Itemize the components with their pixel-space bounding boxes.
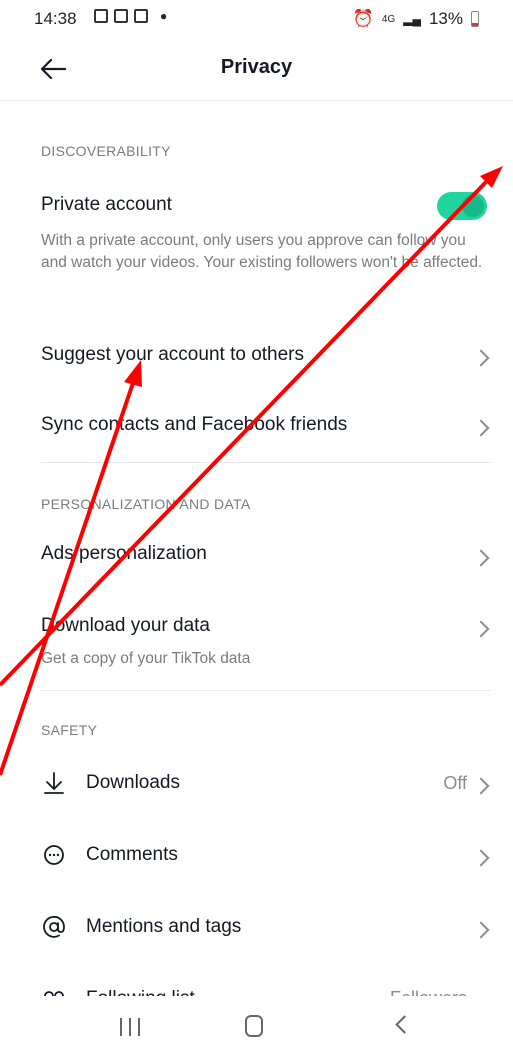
back-icon[interactable] [395, 1015, 414, 1034]
status-bar: 14:38 ● ⏰ 4G ▂▄ 13% [0, 0, 513, 40]
status-time: 14:38 [34, 9, 77, 28]
people-icon [44, 991, 64, 996]
image-notification-icon [94, 9, 108, 23]
downloads-row[interactable]: Downloads [86, 772, 180, 794]
annotation-arrow-line-suggest [0, 382, 135, 776]
battery-percent: 13% [428, 9, 463, 28]
system-nav-bar [0, 996, 513, 1041]
chevron-right-icon [472, 849, 490, 867]
alarm-icon: ⏰ [352, 9, 374, 28]
private-account-label: Private account [41, 194, 172, 215]
divider [41, 690, 491, 691]
section-label-personalization: PERSONALIZATION AND DATA [41, 496, 251, 512]
chevron-right-icon [472, 921, 490, 939]
divider [41, 462, 491, 463]
app-notification-icon [134, 9, 148, 23]
page-title: Privacy [220, 56, 293, 78]
network-label: 4G [381, 13, 396, 25]
suggest-account-row[interactable]: Suggest your account to others [41, 344, 304, 366]
status-right: ⏰ 4G ▂▄ 13% [353, 9, 479, 29]
mentions-row[interactable]: Mentions and tags [86, 916, 241, 938]
chevron-right-icon [472, 349, 490, 367]
annotation-arrowhead-toggle [480, 166, 503, 188]
section-label-safety: SAFETY [41, 722, 98, 738]
home-icon[interactable] [245, 1015, 263, 1037]
mail-notification-icon [114, 9, 128, 23]
header: Privacy [0, 40, 513, 101]
chevron-right-icon [472, 549, 490, 567]
download-data-description: Get a copy of your TikTok data [41, 650, 251, 667]
mention-icon [43, 915, 65, 938]
chevron-right-icon [472, 620, 490, 638]
battery-icon [471, 11, 479, 27]
following-list-row-clip: Following list Followers [0, 984, 513, 996]
toggle-knob [462, 195, 484, 217]
private-account-description: With a private account, only users you a… [41, 232, 483, 271]
downloads-value: Off [443, 773, 467, 793]
chevron-right-icon [472, 419, 490, 437]
signal-icon: ▂▄ [403, 12, 421, 26]
recents-icon[interactable] [120, 1018, 140, 1036]
notification-icons: ● [94, 9, 167, 23]
comment-icon [44, 845, 64, 865]
section-label-discoverability: DISCOVERABILITY [41, 143, 171, 159]
private-account-toggle[interactable] [437, 192, 487, 220]
ads-personalization-row[interactable]: Ads personalization [41, 543, 207, 565]
chevron-right-icon [472, 777, 490, 795]
download-icon [44, 772, 64, 794]
following-list-row[interactable]: Following list [86, 988, 195, 996]
following-list-value: Followers [390, 988, 467, 996]
sync-contacts-row[interactable]: Sync contacts and Facebook friends [41, 414, 347, 436]
comments-row[interactable]: Comments [86, 844, 178, 866]
more-notifications-icon: ● [160, 9, 168, 23]
download-data-row[interactable]: Download your data [41, 615, 210, 637]
